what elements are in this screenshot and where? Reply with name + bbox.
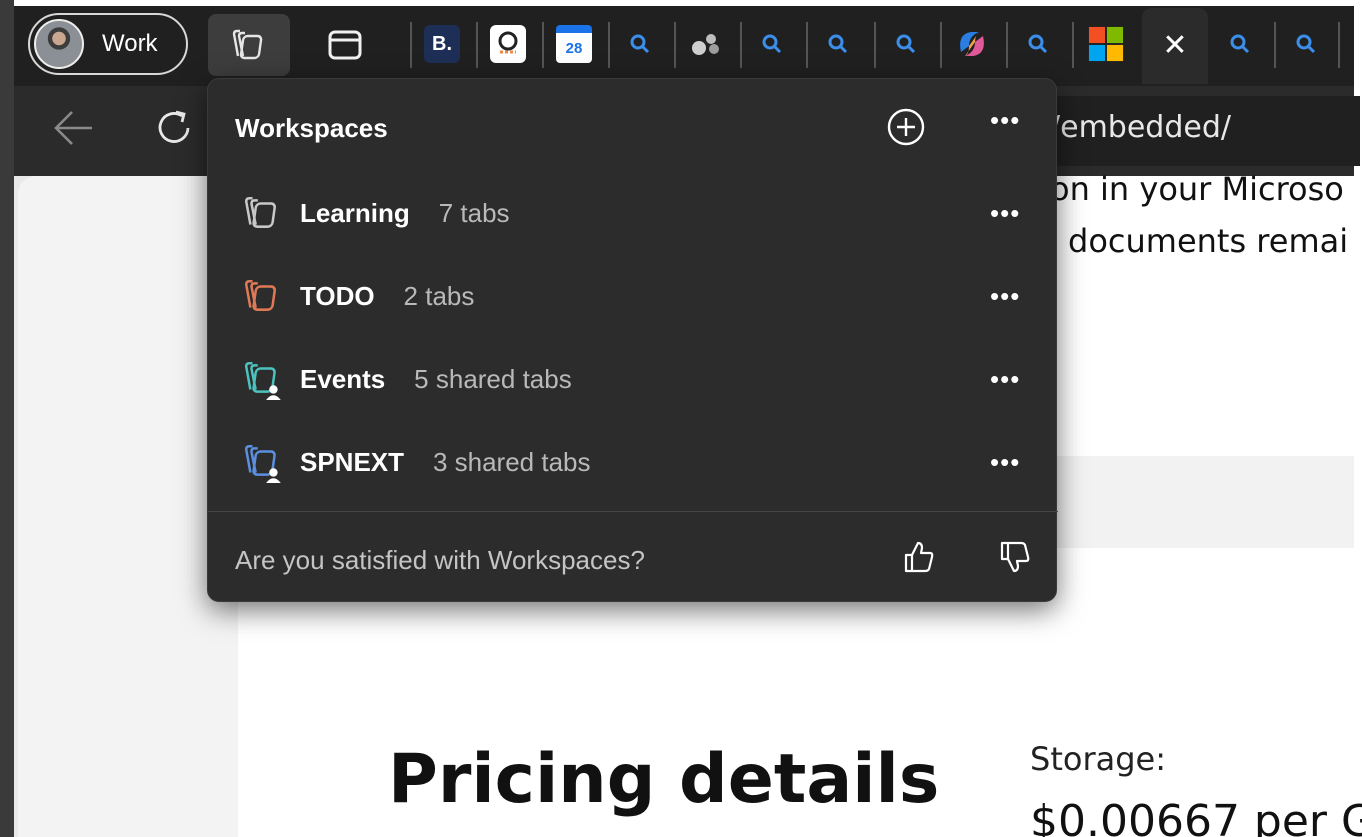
dots-app-icon xyxy=(692,34,719,55)
search-icon xyxy=(828,34,848,54)
avatar xyxy=(34,19,84,69)
tab-calendar[interactable]: 28 xyxy=(556,25,592,63)
tab-separator xyxy=(1274,22,1276,68)
reload-icon xyxy=(158,110,190,143)
tab-search-6[interactable] xyxy=(1222,25,1258,63)
tab-search-1[interactable] xyxy=(622,25,658,63)
tab-search-7[interactable] xyxy=(1288,25,1324,63)
workspace-more-button[interactable]: ••• xyxy=(990,447,1020,478)
tab-active[interactable]: ✕ xyxy=(1142,8,1208,84)
page-card-top xyxy=(1030,176,1354,456)
workspace-name-text: Learning xyxy=(300,197,410,228)
tab-separator xyxy=(1338,22,1340,68)
tab-search-2[interactable] xyxy=(754,25,790,63)
page-text-line-2: documents remai xyxy=(1068,222,1349,260)
workspace-more-button[interactable]: ••• xyxy=(990,364,1020,395)
tab-separator xyxy=(410,22,412,68)
search-icon xyxy=(1028,34,1048,54)
workspace-item-events[interactable]: Events 5 shared tabs ••• xyxy=(208,339,1058,419)
search-icon xyxy=(1230,34,1250,54)
tab-separator xyxy=(608,22,610,68)
pricing-heading: Pricing details xyxy=(388,740,940,819)
tab-separator xyxy=(940,22,942,68)
shared-workspace-icon xyxy=(244,362,281,400)
workspaces-button[interactable] xyxy=(208,14,290,76)
vertical-tabs-icon xyxy=(328,30,362,60)
tab-q-app[interactable] xyxy=(490,25,526,63)
search-icon xyxy=(762,34,782,54)
thumbs-down-icon xyxy=(1000,541,1030,573)
workspace-name: TODO 2 tabs xyxy=(300,281,474,312)
tab-search-4[interactable] xyxy=(888,25,924,63)
back-button[interactable] xyxy=(52,108,96,153)
shared-workspace-icon xyxy=(244,445,281,483)
workspace-name-text: Events xyxy=(300,363,386,394)
microsoft-icon xyxy=(1088,26,1124,62)
workspace-name-text: TODO xyxy=(300,280,375,311)
reload-button[interactable] xyxy=(152,106,196,155)
tab-separator xyxy=(542,22,544,68)
tab-separator xyxy=(1006,22,1008,68)
storage-price: $0.00667 per G xyxy=(1030,796,1362,837)
workspace-name: Events 5 shared tabs xyxy=(300,364,572,395)
workspace-item-learning[interactable]: Learning 7 tabs ••• xyxy=(208,173,1058,253)
feedback-question: Are you satisfied with Workspaces? xyxy=(235,545,645,575)
tab-separator xyxy=(674,22,676,68)
search-icon xyxy=(896,34,916,54)
tab-microsoft[interactable] xyxy=(1088,25,1124,63)
q-app-icon xyxy=(498,31,518,54)
workspace-item-todo[interactable]: TODO 2 tabs ••• xyxy=(208,256,1058,336)
tab-separator xyxy=(740,22,742,68)
add-workspace-button[interactable] xyxy=(886,107,926,152)
plus-circle-icon xyxy=(887,108,925,146)
tab-dots-app[interactable] xyxy=(688,25,724,63)
workspace-tab-count: 3 shared tabs xyxy=(432,446,591,477)
copilot-icon xyxy=(960,32,984,56)
window-left-edge xyxy=(0,0,14,837)
flyout-divider xyxy=(208,511,1058,512)
tab-separator xyxy=(1072,22,1074,68)
search-icon xyxy=(630,34,650,54)
tab-separator xyxy=(874,22,876,68)
workspaces-flyout: Workspaces ••• Learning 7 tabs ••• TODO … xyxy=(207,78,1058,602)
thumbs-up-icon xyxy=(904,541,934,573)
flyout-more-button[interactable]: ••• xyxy=(990,105,1020,136)
workspace-more-button[interactable]: ••• xyxy=(990,281,1020,312)
storage-label: Storage: xyxy=(1030,740,1166,778)
back-arrow-icon xyxy=(54,111,92,145)
profile-button[interactable]: Work xyxy=(28,13,188,75)
tab-b-app[interactable]: B. xyxy=(424,25,460,63)
thumbs-down-button[interactable] xyxy=(998,539,1032,580)
url-text: /embedded/ xyxy=(1050,110,1231,145)
workspace-item-spnext[interactable]: SPNEXT 3 shared tabs ••• xyxy=(208,422,1058,502)
vertical-tabs-button[interactable] xyxy=(310,14,380,76)
workspace-icon xyxy=(244,197,276,228)
workspace-name: Learning 7 tabs xyxy=(300,198,510,229)
tab-search-3[interactable] xyxy=(820,25,856,63)
workspace-tab-count: 7 tabs xyxy=(438,197,510,228)
close-icon[interactable]: ✕ xyxy=(1162,31,1187,61)
search-icon xyxy=(1296,34,1316,54)
b-app-icon: B. xyxy=(432,32,452,55)
workspace-tab-count: 2 tabs xyxy=(403,280,475,311)
tab-copilot[interactable] xyxy=(954,25,990,63)
page-text-line-1: on in your Microso xyxy=(1050,170,1344,208)
workspace-name-text: SPNEXT xyxy=(300,446,405,477)
workspace-tab-count: 5 shared tabs xyxy=(414,363,572,394)
workspaces-icon xyxy=(232,29,263,60)
tab-search-5[interactable] xyxy=(1020,25,1056,63)
workspace-more-button[interactable]: ••• xyxy=(990,198,1020,229)
thumbs-up-button[interactable] xyxy=(902,539,936,580)
flyout-title: Workspaces xyxy=(235,113,388,143)
tab-separator xyxy=(476,22,478,68)
profile-label: Work xyxy=(102,30,158,57)
workspace-icon xyxy=(244,280,276,311)
workspace-name: SPNEXT 3 shared tabs xyxy=(300,447,591,478)
tab-separator xyxy=(806,22,808,68)
calendar-icon: 28 xyxy=(565,39,583,57)
page-side-panel xyxy=(18,176,238,837)
